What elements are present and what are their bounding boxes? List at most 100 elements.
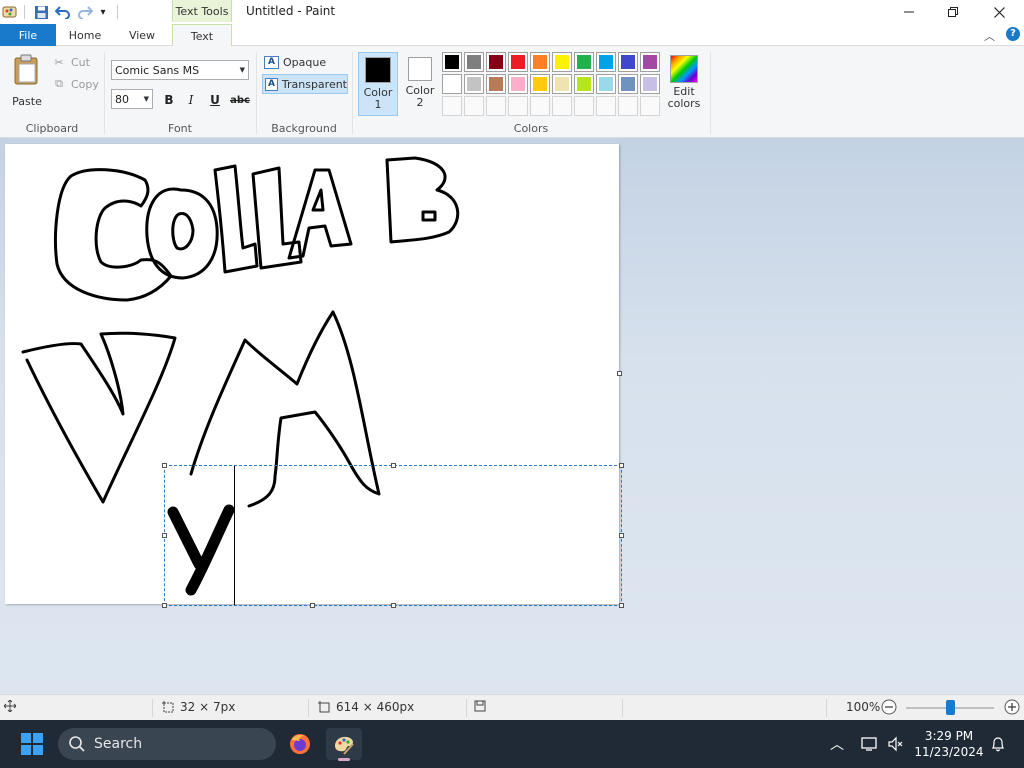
taskbar: Search ︿ 3:29 PM 11/23/2024: [0, 720, 1024, 768]
palette-color-fill: [621, 77, 635, 91]
clock-date: 11/23/2024: [914, 745, 984, 759]
paint-taskbar-button[interactable]: [326, 728, 362, 761]
minimize-ribbon-icon[interactable]: ︿: [984, 28, 995, 44]
file-size-icon: [474, 700, 486, 712]
customize-quick-access-icon[interactable]: ▾: [97, 4, 109, 20]
status-divider: [308, 699, 309, 717]
text-box-handle-tr[interactable]: [619, 463, 624, 468]
notifications-icon[interactable]: [984, 728, 1012, 760]
text-box-handle-bl[interactable]: [162, 603, 167, 608]
text-box-handle-left[interactable]: [162, 533, 167, 538]
palette-color-swatch[interactable]: [552, 52, 572, 72]
paste-button[interactable]: Paste: [8, 52, 46, 108]
show-hidden-icons-button[interactable]: ︿: [822, 728, 852, 760]
palette-color-swatch[interactable]: [640, 74, 660, 94]
text-tools-context-label: Text Tools: [172, 0, 232, 22]
edit-colors-button[interactable]: Edit colors: [664, 52, 704, 116]
palette-color-swatch[interactable]: [486, 52, 506, 72]
minimize-icon: [904, 11, 914, 13]
tab-text[interactable]: Text: [172, 24, 232, 47]
help-icon[interactable]: ?: [1006, 27, 1020, 41]
palette-empty-swatch[interactable]: [552, 96, 572, 116]
palette-color-swatch[interactable]: [640, 52, 660, 72]
ribbon: Paste ✂ Cut ⧉ Copy Clipboard Comic Sans …: [0, 46, 1024, 138]
palette-color-swatch[interactable]: [618, 52, 638, 72]
canvas-resize-handle-right[interactable]: [617, 371, 622, 376]
palette-color-swatch[interactable]: [464, 74, 484, 94]
text-box-handle-br[interactable]: [619, 603, 624, 608]
font-size-value: 80: [115, 92, 129, 106]
palette-color-swatch[interactable]: [574, 52, 594, 72]
underline-button[interactable]: U: [204, 90, 226, 110]
text-box-handle-right[interactable]: [619, 533, 624, 538]
text-box-handle-bottom[interactable]: [391, 603, 396, 608]
selection-size-value: 32 × 7px: [180, 700, 236, 714]
minimize-button[interactable]: [886, 0, 932, 24]
maximize-button[interactable]: [930, 0, 976, 24]
opaque-button[interactable]: A Opaque: [262, 52, 348, 72]
font-family-select[interactable]: Comic Sans MS ▼: [111, 60, 249, 80]
text-box-handle-top[interactable]: [391, 463, 396, 468]
transparent-label: Transparent: [281, 77, 347, 91]
cut-button[interactable]: ✂ Cut: [52, 52, 90, 72]
network-icon[interactable]: [856, 728, 884, 760]
canvas-resize-handle-bottom[interactable]: [310, 603, 315, 608]
taskbar-search-box[interactable]: Search: [58, 728, 276, 760]
palette-color-swatch[interactable]: [618, 74, 638, 94]
palette-color-swatch[interactable]: [442, 52, 462, 72]
tab-file[interactable]: File: [0, 24, 56, 46]
palette-color-swatch[interactable]: [486, 74, 506, 94]
copy-label: Copy: [71, 77, 99, 91]
palette-empty-swatch[interactable]: [464, 96, 484, 116]
italic-button[interactable]: I: [180, 90, 202, 110]
palette-color-fill: [511, 77, 525, 91]
redo-icon[interactable]: [76, 4, 94, 20]
palette-color-swatch[interactable]: [552, 74, 572, 94]
text-box-handle-tl[interactable]: [162, 463, 167, 468]
palette-color-swatch[interactable]: [574, 74, 594, 94]
palette-empty-swatch[interactable]: [618, 96, 638, 116]
zoom-slider-thumb[interactable]: [946, 700, 955, 715]
firefox-taskbar-button[interactable]: [282, 728, 318, 760]
palette-color-swatch[interactable]: [464, 52, 484, 72]
tab-view[interactable]: View: [114, 24, 170, 46]
zoom-in-button[interactable]: [1004, 699, 1020, 715]
color-2-button[interactable]: Color 2: [400, 52, 440, 116]
palette-empty-swatch[interactable]: [574, 96, 594, 116]
font-size-select[interactable]: 80 ▼: [111, 89, 153, 109]
bold-button[interactable]: B: [158, 90, 180, 110]
zoom-out-button[interactable]: [881, 699, 897, 715]
palette-color-fill: [511, 55, 525, 69]
palette-color-swatch[interactable]: [530, 74, 550, 94]
windows-logo-icon: [21, 733, 43, 755]
copy-button[interactable]: ⧉ Copy: [52, 74, 99, 94]
palette-color-swatch[interactable]: [596, 52, 616, 72]
palette-color-swatch[interactable]: [530, 52, 550, 72]
palette-empty-swatch[interactable]: [508, 96, 528, 116]
volume-muted-icon[interactable]: [882, 728, 910, 760]
palette-color-swatch[interactable]: [508, 74, 528, 94]
strikethrough-button[interactable]: abc: [228, 90, 252, 110]
search-icon: [69, 736, 85, 752]
paint-app-icon[interactable]: [2, 4, 18, 20]
palette-empty-swatch[interactable]: [596, 96, 616, 116]
undo-icon[interactable]: [54, 4, 72, 20]
transparent-button[interactable]: A Transparent: [262, 74, 348, 94]
palette-color-fill: [577, 77, 591, 91]
palette-empty-swatch[interactable]: [530, 96, 550, 116]
palette-empty-swatch[interactable]: [442, 96, 462, 116]
save-icon[interactable]: [32, 4, 50, 20]
clipboard-icon: [14, 54, 38, 85]
palette-empty-swatch[interactable]: [486, 96, 506, 116]
tab-home[interactable]: Home: [58, 24, 112, 46]
transparent-icon: A: [265, 77, 278, 91]
text-box-selection[interactable]: [164, 465, 622, 606]
palette-color-swatch[interactable]: [442, 74, 462, 94]
taskbar-clock[interactable]: 3:29 PM 11/23/2024: [914, 728, 984, 760]
palette-color-swatch[interactable]: [596, 74, 616, 94]
palette-empty-swatch[interactable]: [640, 96, 660, 116]
color-1-button[interactable]: Color 1: [358, 52, 398, 116]
palette-color-swatch[interactable]: [508, 52, 528, 72]
start-button[interactable]: [14, 728, 50, 760]
close-button[interactable]: [976, 0, 1022, 24]
